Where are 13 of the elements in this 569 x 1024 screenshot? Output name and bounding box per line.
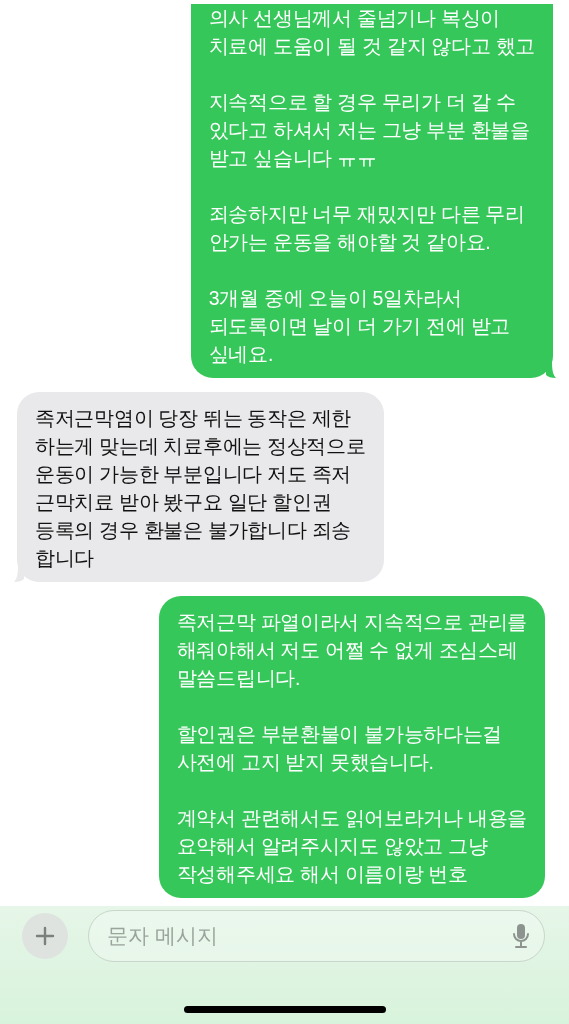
message-text: 죄송하지만 너무 재밌지만 다른 무리 안가는 운동을 해야할 것 같아요. (208, 202, 526, 255)
message-text: 할인권은 부분환불이 불가능하다는걸 사전에 고지 받지 못했습니다. (176, 722, 504, 775)
message-text: 족저근막염이 당장 뛰는 동작은 제한 하는게 맞는데 치료후에는 정상적으로 운동이 가능한 부분입니다 저도 족저 근막치료 받아 봤구요 일단 할인권 등록의 경우 환불은 불가합니다 죄송 합니다 (35, 406, 366, 571)
microphone-icon[interactable] (512, 923, 530, 949)
message-input[interactable]: 문자 메시지 (105, 923, 512, 949)
message-field[interactable]: 문자 메시지 (88, 910, 545, 962)
add-button[interactable] (22, 913, 68, 959)
message-text: 지속적으로 할 경우 무리가 더 갈 수 있다고 하셔서 저는 그냥 부분 환불을 받고 싶습니다 ㅠㅠ (208, 90, 531, 171)
message-text: 3개월 중에 오늘이 5일차라서 되도록이면 날이 더 가기 전에 받고 싶네요. (208, 286, 512, 367)
message-text: 의사 선생님께서 줄넘기나 복싱이 치료에 도움이 될 것 같지 않다고 했고 (208, 6, 535, 59)
message-text: 족저근막 파열이라서 지속적으로 관리를 해줘야해서 저도 어쩔 수 없게 조심스레 말씀드립니다. (176, 610, 527, 691)
plus-icon (35, 926, 55, 946)
message-text: 계약서 관련해서도 읽어보라거나 내용을 요약해서 알려주시지도 않았고 그냥 작성해주세요 해서 이름이랑 번호 (176, 806, 527, 887)
